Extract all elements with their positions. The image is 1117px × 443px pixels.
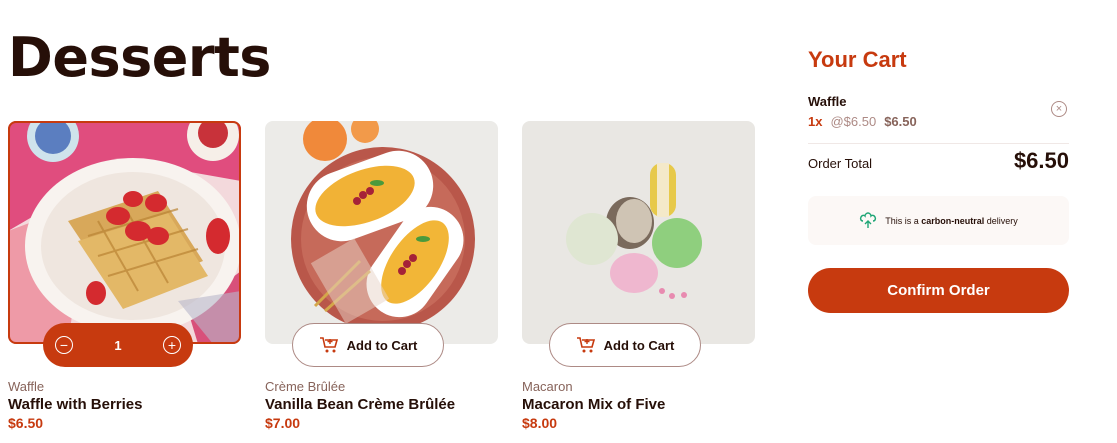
add-to-cart-button[interactable]: Add to Cart bbox=[292, 323, 444, 367]
product-category: Macaron bbox=[522, 379, 573, 394]
product-category: Waffle bbox=[8, 379, 45, 394]
cart-item-subtotal: $6.50 bbox=[884, 114, 917, 129]
product-card-macaron: Add to Cart Macaron Macaron Mix of Five … bbox=[522, 121, 755, 431]
add-to-cart-button[interactable]: Add to Cart bbox=[549, 323, 701, 367]
add-to-cart-label: Add to Cart bbox=[603, 337, 675, 353]
product-image-creme-brulee bbox=[265, 121, 498, 344]
page-title: Desserts bbox=[8, 26, 271, 89]
creme-brulee-photo bbox=[265, 121, 498, 344]
cart-add-icon bbox=[576, 337, 595, 353]
increment-icon[interactable]: + bbox=[162, 336, 181, 354]
stepper-quantity: 1 bbox=[114, 337, 122, 353]
cart-add-icon bbox=[319, 337, 338, 353]
decrement-icon[interactable]: − bbox=[55, 336, 73, 354]
waffle-photo bbox=[8, 121, 241, 344]
carbon-neutral-notice: This is a carbon-neutral delivery bbox=[808, 196, 1069, 245]
product-name: Vanilla Bean Crème Brûlée bbox=[265, 396, 456, 413]
order-total-value: $6.50 bbox=[1013, 148, 1069, 173]
product-image-waffle bbox=[8, 121, 241, 344]
cart-title: Your Cart bbox=[808, 47, 907, 72]
macaron-photo bbox=[522, 121, 755, 344]
cart-item-line: 1x @$6.50 $6.50 bbox=[808, 114, 917, 129]
product-price: $7.00 bbox=[265, 415, 301, 431]
product-image-macaron bbox=[522, 121, 755, 344]
product-price: $6.50 bbox=[8, 415, 44, 431]
product-card-waffle: − 1 + Waffle Waffle with Berries $6.50 bbox=[8, 121, 241, 431]
product-name: Macaron Mix of Five bbox=[522, 396, 666, 413]
cart-panel: Your Cart Waffle 1x @$6.50 $6.50 × Order… bbox=[808, 40, 1069, 313]
product-category: Crème Brûlée bbox=[265, 379, 346, 394]
cart-item-qty: 1x bbox=[808, 114, 823, 129]
product-name: Waffle with Berries bbox=[8, 396, 143, 413]
cart-item-name: Waffle bbox=[808, 94, 847, 109]
remove-item-icon[interactable]: × bbox=[1051, 101, 1067, 117]
order-total-label: Order Total bbox=[808, 156, 873, 171]
confirm-order-button[interactable]: Confirm Order bbox=[808, 268, 1069, 313]
tree-icon bbox=[860, 211, 877, 228]
product-card-creme-brulee: Add to Cart Crème Brûlée Vanilla Bean Cr… bbox=[265, 121, 498, 431]
cart-divider bbox=[808, 143, 1069, 144]
product-price: $8.00 bbox=[522, 415, 558, 431]
add-to-cart-label: Add to Cart bbox=[346, 337, 418, 353]
quantity-stepper: − 1 + bbox=[43, 323, 193, 367]
cart-item-unit-price: @$6.50 bbox=[830, 114, 877, 129]
carbon-text: This is a carbon-neutral delivery bbox=[885, 215, 1018, 226]
